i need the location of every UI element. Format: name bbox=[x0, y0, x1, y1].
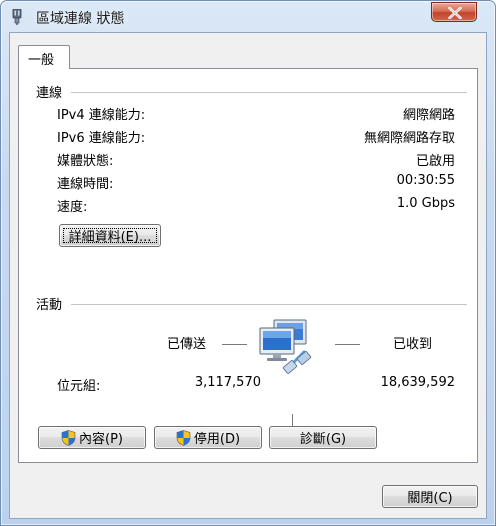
general-tab-page: 連線 IPv4 連線能力: 網際網路 IPv6 連線能力: 無網際網路存取 媒體… bbox=[18, 68, 478, 463]
tab-general[interactable]: 一般 bbox=[18, 45, 70, 69]
close-button-label: 關閉(C) bbox=[407, 491, 453, 506]
bytes-label: 位元組: bbox=[57, 379, 101, 394]
ipv6-value: 無網際網路存取 bbox=[363, 131, 455, 146]
received-line bbox=[335, 344, 360, 345]
sent-label: 已傳送 bbox=[167, 337, 207, 352]
close-button[interactable]: 關閉(C) bbox=[382, 485, 478, 508]
media-state-label: 媒體狀態: bbox=[57, 154, 114, 169]
network-adapter-icon bbox=[11, 8, 23, 25]
dialog-window: 區域連線 狀態 一般 連線 IPv4 連線能力: 網際網路 IPv6 連線能力:… bbox=[0, 0, 496, 526]
title-bar[interactable]: 區域連線 狀態 bbox=[1, 1, 495, 31]
diagnose-button[interactable]: 診斷(G) bbox=[269, 426, 377, 449]
close-window-button[interactable] bbox=[431, 2, 477, 22]
connection-divider bbox=[71, 92, 467, 93]
dialog-client: 一般 連線 IPv4 連線能力: 網際網路 IPv6 連線能力: 無網際網路存取… bbox=[9, 32, 487, 519]
properties-button-label: 內容(P) bbox=[79, 432, 123, 447]
bytes-sent-value: 3,117,570 bbox=[194, 375, 261, 390]
media-state-value: 已啟用 bbox=[415, 154, 455, 169]
sent-line bbox=[222, 344, 247, 345]
bytes-received-value: 18,639,592 bbox=[380, 375, 455, 390]
duration-value: 00:30:55 bbox=[396, 173, 455, 188]
window-title: 區域連線 狀態 bbox=[36, 11, 125, 27]
uac-shield-icon bbox=[176, 429, 191, 446]
properties-button[interactable]: 內容(P) bbox=[38, 426, 146, 449]
speed-label: 速度: bbox=[57, 200, 88, 215]
close-icon bbox=[448, 7, 462, 19]
tab-general-label: 一般 bbox=[28, 53, 55, 68]
activity-section-title: 活動 bbox=[36, 298, 63, 313]
speed-value: 1.0 Gbps bbox=[396, 196, 455, 211]
duration-label: 連線時間: bbox=[57, 177, 114, 192]
uac-shield-icon bbox=[61, 429, 76, 446]
connection-section-title: 連線 bbox=[36, 86, 63, 101]
diagnose-button-label: 診斷(G) bbox=[299, 432, 347, 447]
disable-button-label: 停用(D) bbox=[193, 432, 241, 447]
ipv4-value: 網際網路 bbox=[402, 108, 455, 123]
received-label: 已收到 bbox=[393, 337, 433, 352]
disable-button[interactable]: 停用(D) bbox=[154, 426, 262, 449]
ipv4-label: IPv4 連線能力: bbox=[57, 108, 146, 123]
activity-divider bbox=[71, 304, 467, 305]
focus-rectangle bbox=[63, 228, 157, 243]
details-button[interactable]: 詳細資料(E)... bbox=[59, 224, 161, 247]
ipv6-label: IPv6 連線能力: bbox=[57, 131, 146, 146]
network-computers-icon bbox=[254, 318, 316, 374]
